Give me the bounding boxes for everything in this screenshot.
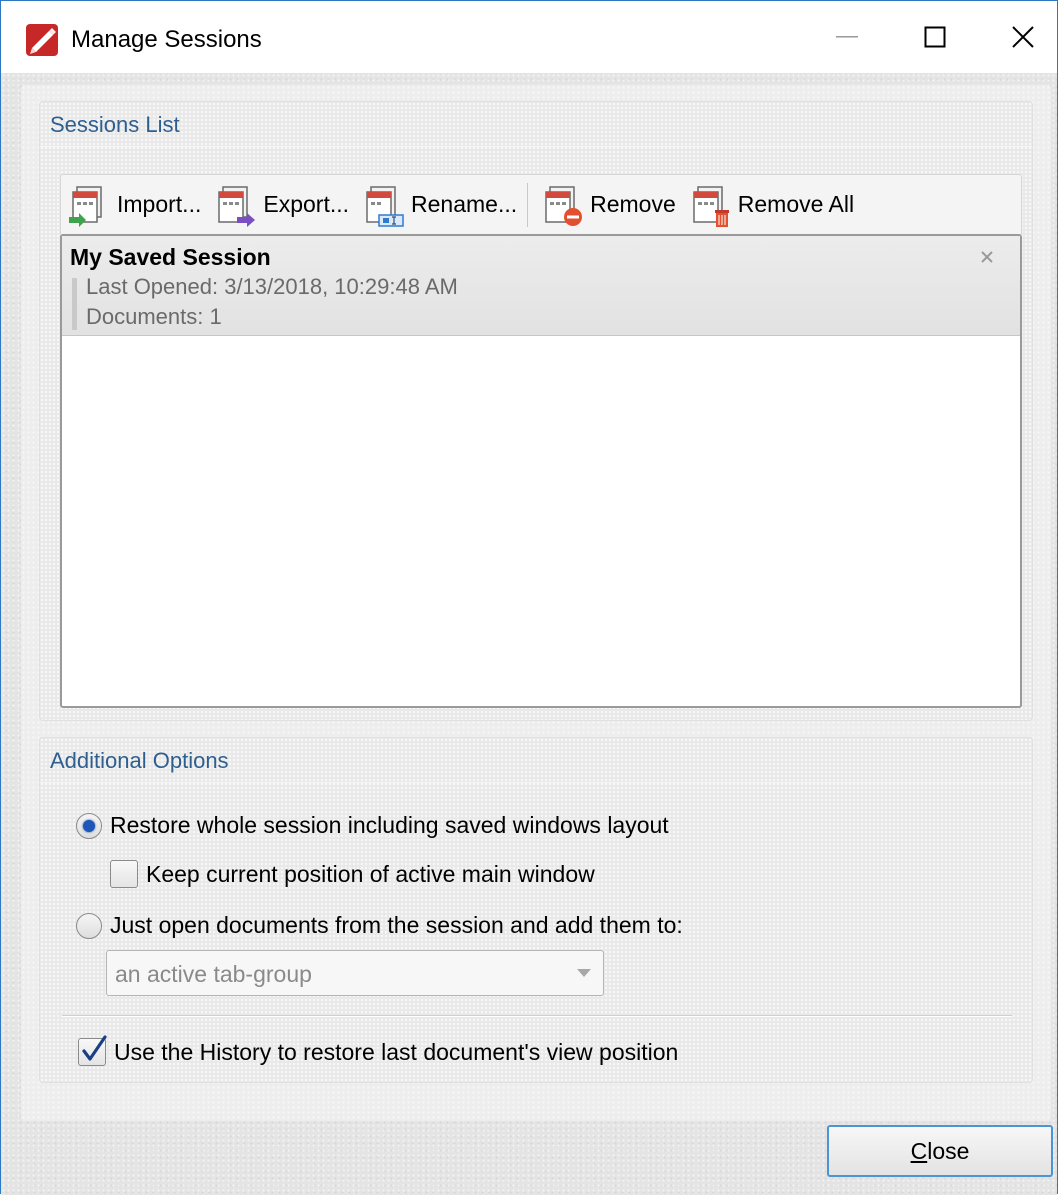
- sessions-list-heading: Sessions List: [50, 112, 180, 137]
- maximize-icon: [924, 26, 946, 48]
- sessions-toolbar: Import... Export... Rename... Remove Rem…: [60, 174, 1022, 234]
- pdf-xchange-app-icon: [26, 24, 58, 56]
- dialog-content-panel: Sessions List Import... Export... Rename…: [21, 85, 1051, 1121]
- checkmark-icon: [82, 1035, 107, 1061]
- minimize-button[interactable]: [801, 1, 893, 73]
- title-bar[interactable]: Manage Sessions: [1, 1, 1057, 73]
- small-close-icon: [981, 251, 993, 263]
- just-open-label: Just open documents from the session and…: [110, 912, 683, 938]
- keep-position-checkbox[interactable]: [110, 860, 138, 888]
- use-history-checkbox[interactable]: [78, 1035, 107, 1066]
- session-list-item[interactable]: My Saved Session Last Opened: 3/13/2018,…: [62, 236, 1020, 336]
- rename-button[interactable]: Rename...: [357, 182, 523, 228]
- just-open-radio[interactable]: [76, 912, 102, 939]
- export-button[interactable]: Export...: [209, 182, 355, 228]
- remove-session-button[interactable]: [976, 246, 998, 268]
- remove-all-label: Remove All: [737, 191, 855, 217]
- close-icon: [1012, 26, 1034, 48]
- session-name: My Saved Session: [70, 244, 271, 270]
- session-detail-bar: [72, 278, 77, 330]
- sessions-list[interactable]: My Saved Session Last Opened: 3/13/2018,…: [60, 234, 1022, 708]
- radio-selected-dot: [83, 819, 95, 832]
- window-title: Manage Sessions: [71, 26, 262, 53]
- group-divider: [40, 782, 1032, 783]
- close-window-button[interactable]: [977, 1, 1058, 73]
- keep-position-option[interactable]: Keep current position of active main win…: [110, 860, 595, 888]
- group-divider: [40, 146, 1032, 147]
- session-documents-count: Documents: 1: [86, 304, 222, 329]
- session-import-icon: [69, 185, 102, 227]
- session-rename-icon: [366, 185, 404, 227]
- import-label: Import...: [117, 191, 202, 217]
- keep-position-label: Keep current position of active main win…: [146, 860, 595, 887]
- additional-options-heading: Additional Options: [50, 748, 229, 773]
- restore-whole-option[interactable]: Restore whole session including saved wi…: [76, 812, 669, 839]
- import-button[interactable]: Import...: [63, 182, 207, 228]
- maximize-button[interactable]: [889, 1, 981, 73]
- close-label: lose: [927, 1137, 970, 1164]
- session-remove-all-icon: [693, 185, 729, 227]
- restore-whole-label: Restore whole session including saved wi…: [110, 812, 669, 838]
- session-remove-icon: [545, 185, 583, 226]
- toolbar-separator: [527, 182, 529, 227]
- close-button[interactable]: Close: [827, 1125, 1053, 1177]
- remove-label: Remove: [590, 191, 676, 217]
- options-divider: [62, 1015, 1012, 1016]
- additional-options-group: Additional Options Restore whole session…: [39, 737, 1033, 1083]
- target-tab-group-select[interactable]: an active tab-group: [106, 950, 604, 996]
- sessions-list-group: Sessions List Import... Export... Rename…: [39, 101, 1033, 721]
- manage-sessions-window: Manage Sessions Sessions List Import... …: [0, 0, 1058, 1195]
- minimize-icon: [836, 36, 858, 38]
- remove-all-button[interactable]: Remove All: [684, 182, 860, 228]
- session-export-icon: [218, 185, 256, 227]
- dialog-client-area: Sessions List Import... Export... Rename…: [1, 73, 1057, 1195]
- session-last-opened: Last Opened: 3/13/2018, 10:29:48 AM: [86, 274, 458, 299]
- rename-label: Rename...: [411, 191, 518, 217]
- export-label: Export...: [263, 191, 350, 217]
- remove-button[interactable]: Remove: [536, 182, 682, 228]
- close-accelerator: C: [910, 1137, 928, 1164]
- use-history-label: Use the History to restore last document…: [114, 1038, 679, 1065]
- use-history-option[interactable]: Use the History to restore last document…: [78, 1035, 679, 1066]
- just-open-option[interactable]: Just open documents from the session and…: [76, 912, 683, 939]
- select-value: an active tab-group: [115, 961, 312, 987]
- restore-whole-radio[interactable]: [76, 812, 102, 839]
- chevron-down-icon: [577, 969, 591, 977]
